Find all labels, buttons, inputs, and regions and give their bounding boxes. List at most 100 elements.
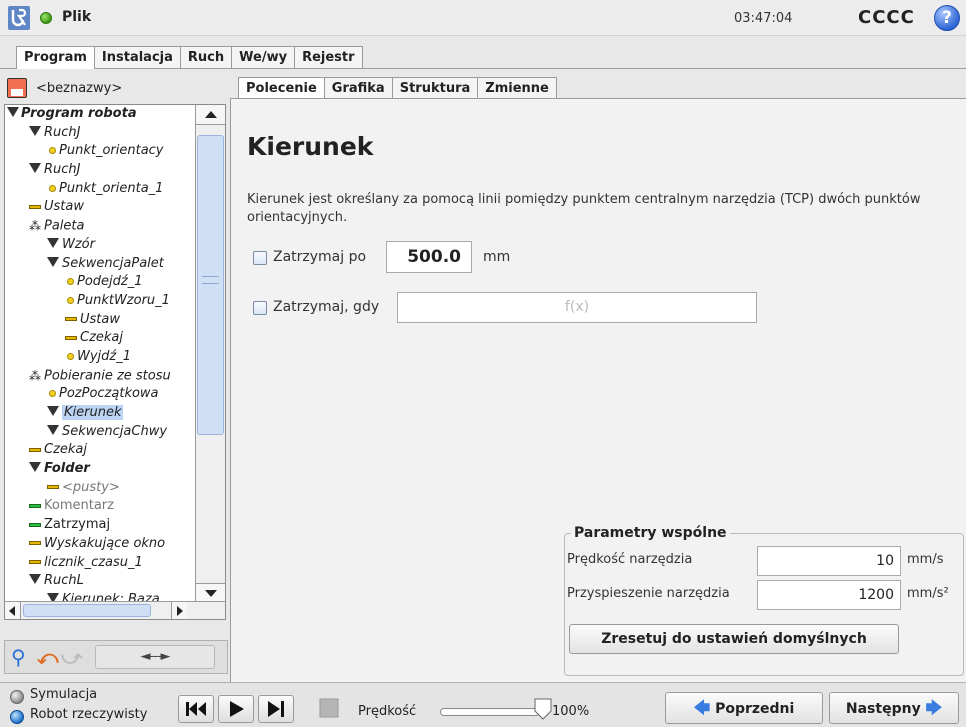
tree-node[interactable]: RuchJ: [5, 161, 195, 180]
tool-speed-input[interactable]: 10: [757, 546, 901, 576]
command-icon: [65, 317, 77, 322]
ur-logo-icon[interactable]: [8, 6, 30, 30]
description-text: Kierunek jest określany za pomocą linii …: [247, 192, 921, 225]
help-icon[interactable]: ?: [934, 5, 960, 31]
scroll-right-icon[interactable]: [171, 602, 187, 619]
tab-move[interactable]: Ruch: [179, 46, 233, 68]
stop-button[interactable]: [316, 695, 344, 723]
speed-slider-thumb[interactable]: [534, 698, 552, 720]
tree-node-label: RuchL: [44, 573, 84, 589]
waypoint-icon: [67, 296, 74, 304]
pallet-icon: ⁂: [29, 219, 41, 234]
move-node-button[interactable]: ◄---►: [95, 645, 215, 669]
search-icon[interactable]: ⚲: [11, 645, 35, 671]
speed-slider[interactable]: [440, 708, 540, 716]
real-robot-radio[interactable]: [10, 710, 24, 724]
tree-node-label: Paleta: [44, 218, 85, 234]
stop-when-checkbox[interactable]: [253, 301, 267, 315]
tree-node[interactable]: Wzór: [5, 236, 195, 255]
page-title: Kierunek: [247, 132, 374, 161]
waypoint-icon: [49, 390, 56, 398]
stop-after-checkbox[interactable]: [253, 251, 267, 265]
hscroll-thumb[interactable]: [23, 604, 151, 617]
tree-node[interactable]: PozPoczątkowa: [5, 385, 195, 404]
previous-button[interactable]: 🡄 Poprzedni: [665, 692, 823, 724]
save-icon[interactable]: [7, 78, 27, 98]
stop-when-expression-field[interactable]: f(x): [397, 292, 757, 323]
tool-acceleration-input[interactable]: 1200: [757, 580, 901, 610]
tab-graphics[interactable]: Grafika: [323, 77, 393, 99]
reset-defaults-button[interactable]: Zresetuj do ustawień domyślnych: [569, 624, 899, 654]
tree-node[interactable]: Folder: [5, 460, 195, 479]
tree-node[interactable]: Wyskakujące okno: [5, 535, 195, 554]
stop-after-distance-input[interactable]: 500.0: [386, 241, 472, 273]
tree-node-label: Ustaw: [44, 199, 84, 215]
scroll-up-icon[interactable]: [196, 105, 225, 125]
waypoint-icon: [67, 352, 74, 360]
tab-log[interactable]: Rejestr: [294, 46, 363, 68]
command-icon: [65, 335, 77, 340]
pallet-icon: ⁂: [29, 368, 41, 383]
speed-value: 100%: [552, 704, 590, 719]
tree-node[interactable]: Program robota: [5, 105, 195, 124]
tree-node-label: licznik_czasu_1: [44, 554, 143, 570]
tab-structure[interactable]: Struktura: [391, 77, 479, 99]
scroll-thumb[interactable]: [197, 135, 224, 435]
tree-node[interactable]: RuchJ: [5, 124, 195, 143]
tab-io[interactable]: We/wy: [231, 46, 296, 68]
tree-node[interactable]: ⁂ Pobieranie ze stosu: [5, 367, 195, 386]
tree-node-label: Program robota: [21, 106, 137, 121]
rewind-button[interactable]: [178, 695, 214, 723]
tree-node[interactable]: Czekaj: [5, 329, 195, 348]
next-button[interactable]: Następny 🡆: [829, 692, 959, 724]
tree-node[interactable]: SekwencjaChwy: [5, 423, 195, 442]
tree-node[interactable]: Podejdź_1: [5, 273, 195, 292]
move-node-icon: [47, 406, 59, 416]
tab-installation[interactable]: Instalacja: [93, 46, 181, 68]
redo-icon[interactable]: ⤻: [61, 645, 83, 671]
tree-node[interactable]: ⁂ Paleta: [5, 217, 195, 236]
tree-node-label: Czekaj: [80, 330, 124, 346]
command-icon: [29, 204, 41, 209]
tree-node[interactable]: RuchL: [5, 572, 195, 591]
real-robot-label: Robot rzeczywisty: [30, 707, 148, 722]
scroll-down-icon[interactable]: [196, 583, 225, 603]
tree-node[interactable]: Kierunek: [5, 404, 195, 423]
tree-node-label: Folder: [44, 461, 90, 477]
command-icon: [29, 503, 41, 508]
tab-variables[interactable]: Zmienne: [477, 77, 557, 99]
tree-horizontal-scrollbar[interactable]: [5, 601, 225, 619]
command-icon: [29, 560, 41, 564]
tree-node[interactable]: SekwencjaPalet: [5, 255, 195, 274]
tree-node[interactable]: Wyjdź_1: [5, 348, 195, 367]
tree-node[interactable]: Ustaw: [5, 311, 195, 330]
tree-node[interactable]: <pusty>: [5, 479, 195, 498]
tree-node[interactable]: Czekaj: [5, 441, 195, 460]
play-button[interactable]: [218, 695, 254, 723]
step-icon: [268, 701, 284, 717]
tree-node[interactable]: Punkt_orientacy: [5, 142, 195, 161]
tree-node[interactable]: Zatrzymaj: [5, 516, 195, 535]
tree-node[interactable]: PunktWzoru_1: [5, 292, 195, 311]
tree-node[interactable]: licznik_czasu_1: [5, 554, 195, 573]
simulation-radio[interactable]: [10, 690, 24, 704]
tree-node-label: Punkt_orienta_1: [59, 180, 164, 196]
file-menu[interactable]: Plik: [62, 9, 91, 25]
tab-program[interactable]: Program: [16, 46, 95, 69]
tree-node[interactable]: Ustaw: [5, 198, 195, 217]
step-button[interactable]: [258, 695, 294, 723]
app-window: Plik 03:47:04 CCCC ? Program Instalacja …: [0, 0, 966, 727]
tool-acceleration-unit: mm/s²: [907, 586, 949, 601]
tree-node-label: Pobieranie ze stosu: [44, 368, 171, 384]
file-row: <beznazwy>: [4, 76, 228, 102]
move-node-icon: [29, 574, 41, 585]
scroll-left-icon[interactable]: [5, 602, 21, 619]
move-node-icon: [47, 424, 59, 435]
program-tree: Program robota RuchJ Punkt_orientacy RuchJ P…: [4, 104, 226, 620]
tree-vertical-scrollbar[interactable]: [195, 105, 225, 603]
tab-command[interactable]: Polecenie: [238, 77, 325, 100]
tree-node[interactable]: Punkt_orienta_1: [5, 180, 195, 199]
undo-icon[interactable]: ⤺: [37, 645, 59, 671]
tree-node[interactable]: Komentarz: [5, 497, 195, 516]
rewind-icon: [186, 702, 206, 716]
